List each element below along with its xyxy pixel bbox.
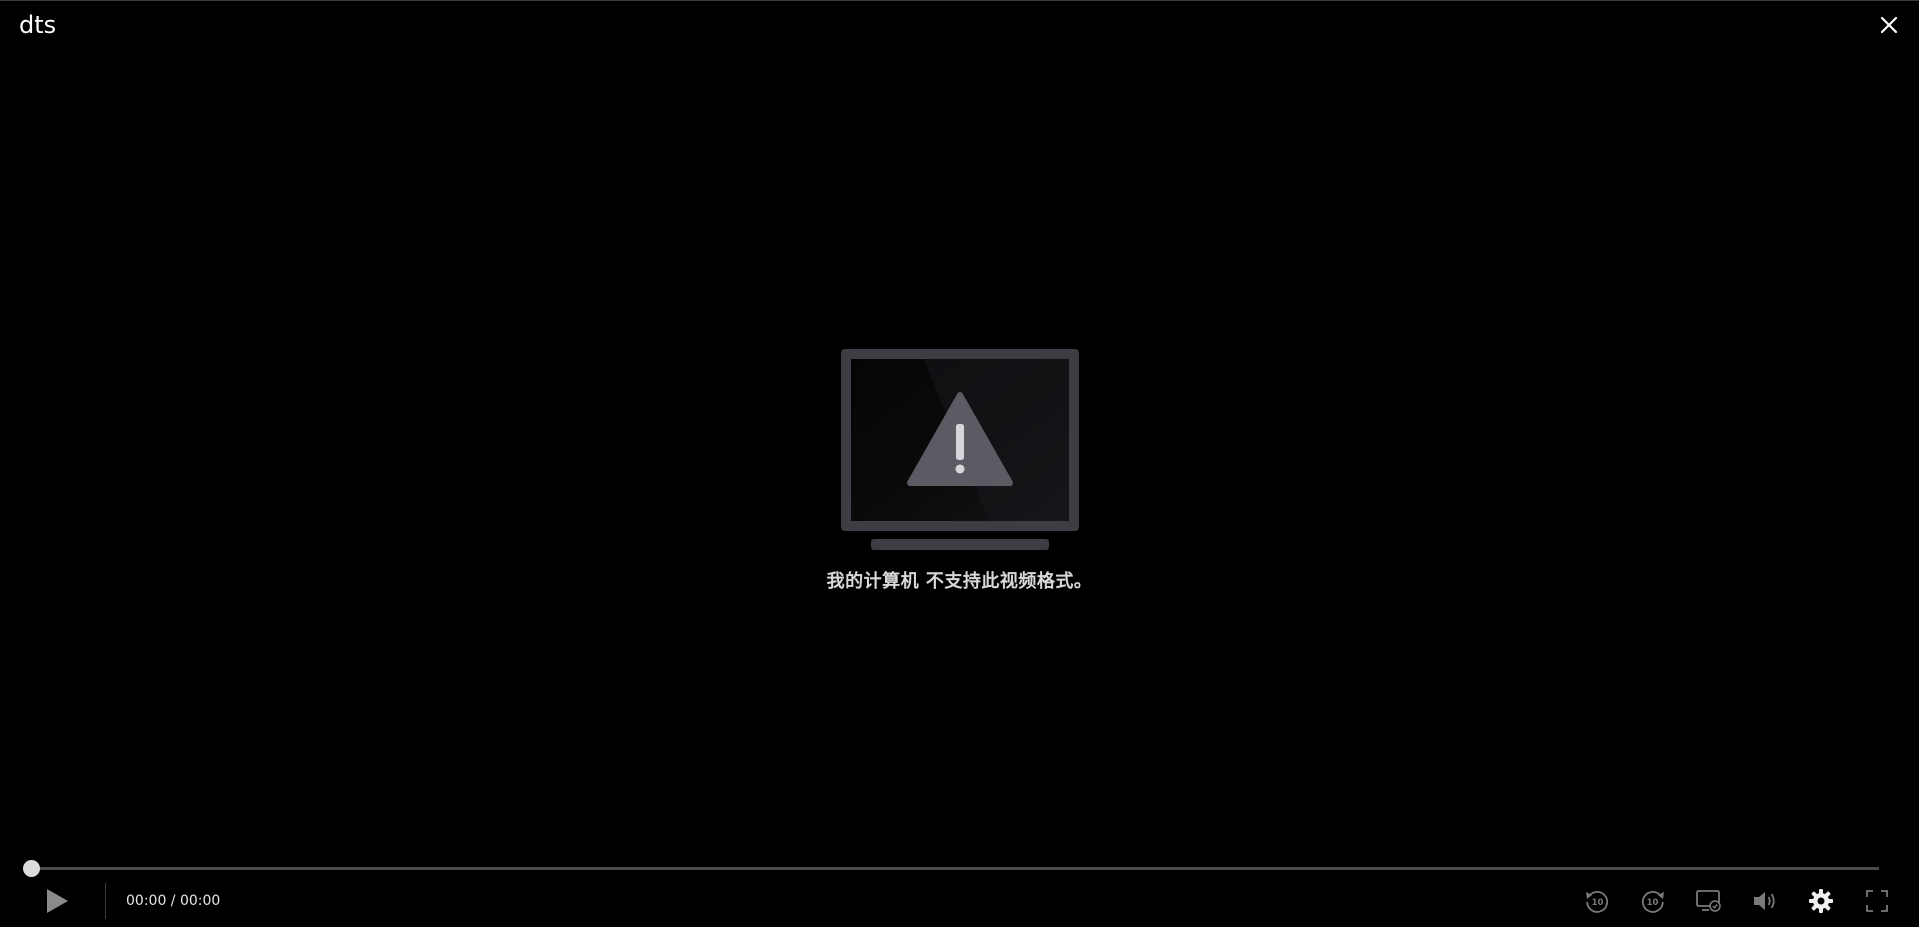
right-controls: 10 10 bbox=[1581, 885, 1893, 917]
divider bbox=[105, 883, 106, 919]
forward-10-button[interactable]: 10 bbox=[1637, 885, 1669, 917]
time-display: 00:00 / 00:00 bbox=[126, 893, 221, 909]
window-title: dts bbox=[19, 11, 57, 39]
volume-button[interactable] bbox=[1749, 885, 1781, 917]
error-message: 我的计算机 不支持此视频格式。 bbox=[0, 347, 1919, 593]
rewind-10-icon: 10 bbox=[1586, 891, 1609, 913]
rewind-10-button[interactable]: 10 bbox=[1581, 885, 1613, 917]
close-icon bbox=[1880, 16, 1898, 34]
settings-button[interactable] bbox=[1805, 885, 1837, 917]
volume-icon bbox=[1754, 892, 1775, 910]
forward-10-icon: 10 bbox=[1641, 891, 1664, 913]
fullscreen-button[interactable] bbox=[1861, 885, 1893, 917]
svg-text:10: 10 bbox=[1592, 898, 1604, 908]
close-button[interactable] bbox=[1875, 11, 1903, 39]
svg-text:10: 10 bbox=[1647, 898, 1659, 908]
seek-thumb[interactable] bbox=[23, 860, 40, 877]
warning-monitor-icon bbox=[840, 349, 1079, 550]
error-text: 我的计算机 不支持此视频格式。 bbox=[826, 571, 1093, 592]
play-icon bbox=[47, 889, 68, 913]
cast-button[interactable] bbox=[1693, 885, 1725, 917]
control-bar: 00:00 / 00:00 10 10 bbox=[0, 881, 1919, 921]
cast-icon bbox=[1696, 890, 1721, 912]
play-button[interactable] bbox=[42, 886, 72, 916]
gear-icon bbox=[1809, 889, 1833, 913]
fullscreen-icon bbox=[1866, 890, 1888, 912]
video-player: dts 我的计算机 不支持此视频格式。 00:00 / 00:00 10 10 bbox=[0, 0, 1919, 927]
seek-bar[interactable] bbox=[23, 860, 1879, 877]
